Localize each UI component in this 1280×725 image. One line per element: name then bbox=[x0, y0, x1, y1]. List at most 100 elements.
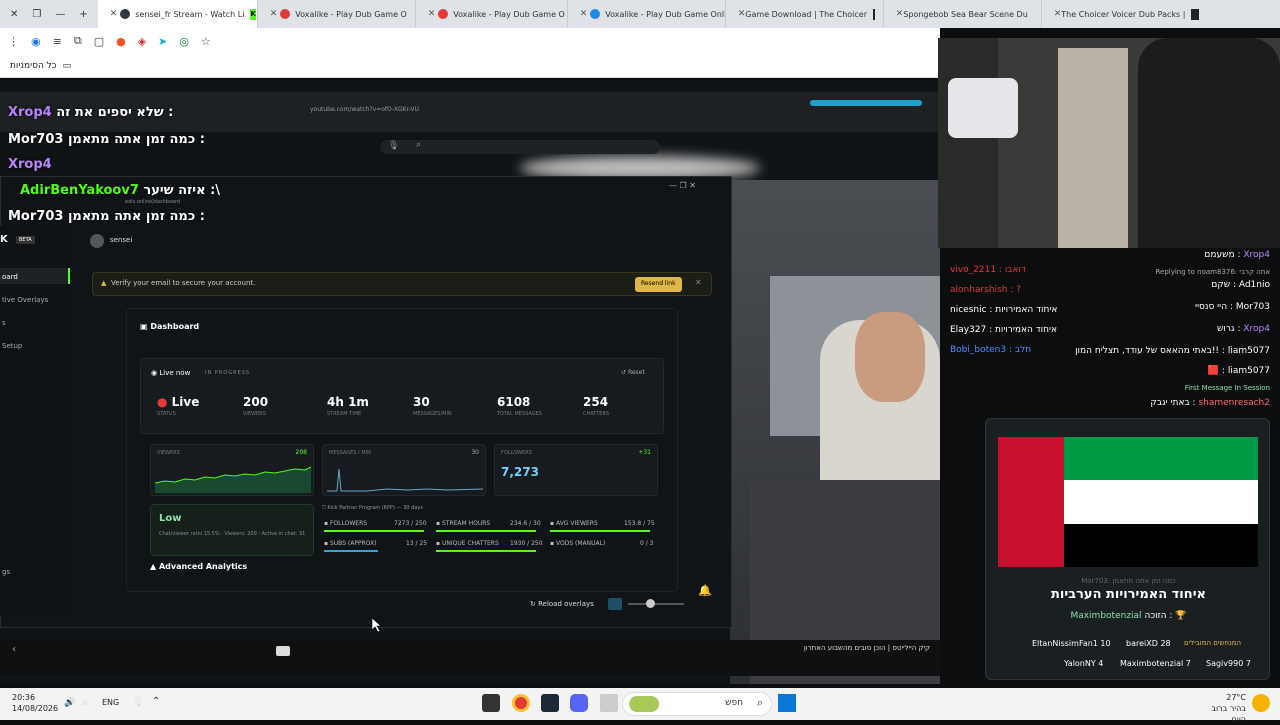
clock[interactable]: 20:36 14/08/2026 bbox=[12, 692, 58, 714]
start-button-icon[interactable] bbox=[778, 694, 796, 712]
kpp-subs-bar bbox=[324, 550, 378, 552]
user-name[interactable]: sensei bbox=[110, 236, 132, 244]
stat-label: STREAM TIME bbox=[327, 411, 362, 417]
kpp-title-text: Kick Partner Program (KPP) — 30 days bbox=[327, 505, 423, 511]
chat-username: Xrop4 bbox=[1243, 324, 1270, 334]
in-progress-badge: IN PROGRESS bbox=[205, 370, 251, 376]
leader-name: Maximbotenzial bbox=[1120, 659, 1184, 668]
right-chat-line: באתי יגבק : shamenresach2 bbox=[1150, 398, 1270, 408]
network-icon[interactable]: ⧈ bbox=[82, 698, 88, 708]
tab-spongebob[interactable]: ✕ Spongebob Sea Bear Scene Du bbox=[884, 0, 1042, 28]
volume-slider[interactable] bbox=[628, 603, 684, 605]
kpp-title: ⛉ Kick Partner Program (KPP) — 30 days bbox=[322, 505, 423, 511]
winner-line: Maximbotenzial הזוכה : 🏆 bbox=[986, 611, 1271, 621]
dashboard-window-controls[interactable]: — ❐ ✕ bbox=[669, 181, 696, 190]
reload-overlays-label: Reload overlays bbox=[538, 600, 594, 608]
close-tab-icon[interactable]: ✕ bbox=[110, 9, 118, 19]
discord-icon[interactable] bbox=[570, 694, 588, 712]
right-chat-line: 🟥 : liam5077 bbox=[1207, 366, 1270, 376]
kpp-vods: ▪ VODS (MANUAL) 0 / 3 bbox=[550, 540, 653, 547]
messages-chart-label: MESSAGES / MIN bbox=[329, 450, 371, 456]
right-chat-line: היי סנסיי : Mor703 bbox=[1195, 302, 1270, 312]
minimize-window-icon[interactable]: — bbox=[55, 9, 65, 20]
chevron-left-icon[interactable]: ‹ bbox=[12, 644, 16, 655]
close-banner-icon[interactable]: ✕ bbox=[695, 278, 702, 287]
chat-username: liam5077 bbox=[1227, 366, 1270, 376]
reload-overlays-button[interactable]: ↻ Reload overlays bbox=[530, 600, 594, 608]
steam-icon[interactable] bbox=[541, 694, 559, 712]
advanced-analytics-toggle[interactable]: ▲ Advanced Analytics bbox=[150, 562, 247, 571]
leader-item: Maximbotenzial 7 bbox=[1120, 659, 1191, 668]
taskbar-app-icon[interactable] bbox=[482, 694, 500, 712]
tab-game-download[interactable]: ✕ Game Download | The Choicer bbox=[726, 0, 884, 28]
guess-line: alonharshish : ? bbox=[950, 285, 1021, 295]
sidebar-item-setup[interactable]: Setup bbox=[2, 342, 22, 350]
close-tab-icon[interactable]: ✕ bbox=[428, 9, 436, 19]
leader-item: Sagiv990 7 bbox=[1206, 659, 1251, 668]
extension-teal-icon[interactable]: ➤ bbox=[158, 35, 167, 48]
bell-icon[interactable]: 🔔 bbox=[698, 584, 712, 597]
sidebar-item-overlays[interactable]: tive Overlays bbox=[2, 296, 48, 304]
close-tab-icon[interactable]: ✕ bbox=[738, 9, 746, 19]
menu-dots-icon[interactable]: ⋮ bbox=[8, 35, 19, 48]
person-head bbox=[855, 312, 925, 402]
close-tab-icon[interactable]: ✕ bbox=[270, 9, 278, 19]
close-window-icon[interactable]: ✕ bbox=[10, 9, 18, 20]
weather-desc: בהיר ברוב היום bbox=[1211, 704, 1246, 724]
kpp-unique-chatters: ▪ UNIQUE CHATTERS 1930 / 250 bbox=[436, 540, 543, 547]
tab-voxalike-1[interactable]: ✕ Voxalike - Play Dub Game O bbox=[258, 0, 416, 28]
user-avatar bbox=[90, 234, 104, 248]
mouse-cursor-icon bbox=[372, 618, 382, 632]
microphone-icon[interactable]: 🎙 bbox=[132, 697, 145, 708]
tab-sensei-stream[interactable]: ✕ sensei_fr Stream - Watch Li K bbox=[97, 0, 258, 28]
followers-panel: FOLLOWERS +31 7,273 bbox=[494, 444, 658, 496]
close-tab-icon[interactable]: ✕ bbox=[580, 9, 588, 19]
tab-label: Game Download | The Choicer bbox=[745, 9, 868, 19]
stat-label: CHATTERS bbox=[583, 411, 610, 417]
puzzle-icon[interactable]: ⧉ bbox=[74, 34, 82, 48]
language-indicator[interactable]: ENG bbox=[102, 698, 119, 707]
ticker-text: קיק היילייטס | הוכן סובים מהשבוע האחרון bbox=[803, 644, 930, 652]
bookmark-star-icon[interactable]: ☆ bbox=[201, 35, 211, 48]
close-tab-icon[interactable]: ✕ bbox=[896, 9, 904, 19]
sidebar-item-dashboard[interactable]: oard bbox=[2, 273, 18, 281]
extension-green-icon[interactable]: ◎ bbox=[179, 35, 189, 48]
taskbar-search-box[interactable]: חפש ⌕ bbox=[622, 692, 772, 716]
kpp-value: 0 / 3 bbox=[640, 540, 654, 547]
reset-button[interactable]: ↺ Reset bbox=[621, 369, 645, 376]
restore-window-icon[interactable]: ❐ bbox=[32, 9, 41, 20]
volume-icon[interactable] bbox=[608, 598, 622, 610]
extension-icon[interactable]: ◉ bbox=[31, 35, 41, 48]
beta-badge: BETA bbox=[16, 236, 35, 244]
volume-slider-thumb[interactable] bbox=[646, 599, 655, 608]
new-tab-button[interactable]: + bbox=[79, 9, 87, 20]
extension-red-icon[interactable]: ◈ bbox=[138, 35, 146, 48]
tab-search-icon[interactable]: ▢ bbox=[94, 35, 104, 48]
sidebar-item-settings[interactable]: gs bbox=[2, 568, 10, 576]
resend-link-button[interactable]: Resend link bbox=[635, 277, 682, 292]
media-control-icon[interactable]: ≡ bbox=[53, 35, 62, 48]
chat-username: Xrop4 bbox=[1243, 250, 1270, 260]
file-explorer-icon[interactable] bbox=[600, 694, 618, 712]
stat-value: 4h 1m bbox=[327, 395, 369, 409]
tab-voxalike-3[interactable]: ✕ Voxalike - Play Dub Game Onli bbox=[568, 0, 726, 28]
tab-label: The Choicer Voicer Dub Packs | bbox=[1061, 9, 1186, 19]
leader-score: 4 bbox=[1098, 659, 1104, 668]
extension-orange-icon[interactable]: ● bbox=[116, 35, 126, 48]
weather-widget[interactable]: 27°C בהיר ברוב היום bbox=[1196, 692, 1246, 725]
chrome-icon[interactable] bbox=[512, 694, 530, 712]
chat-username: Mor703 bbox=[8, 209, 64, 224]
tab-voxalike-2[interactable]: ✕ Voxalike - Play Dub Game O bbox=[416, 0, 568, 28]
messages-chart-panel: MESSAGES / MIN 30 bbox=[322, 444, 486, 496]
stat-label: VIEWERS bbox=[243, 411, 266, 417]
tab-choicer-voicer[interactable]: ✕ The Choicer Voicer Dub Packs | bbox=[1042, 0, 1207, 28]
leader-item: bareiXD 28 bbox=[1126, 639, 1171, 648]
chevron-up-icon[interactable]: ⌃ bbox=[152, 696, 160, 707]
all-bookmarks-link[interactable]: כל הסימניות bbox=[10, 61, 57, 71]
stat-label: STATUS bbox=[157, 411, 176, 417]
chat-message: גרוש bbox=[1216, 324, 1235, 334]
sidebar-item-s[interactable]: s bbox=[2, 319, 6, 327]
speaker-icon[interactable]: 🔊 bbox=[64, 698, 75, 708]
overlay-chat-line: Mor703 כמה זמן אתה מתאמן : bbox=[8, 209, 205, 224]
kpp-chatters-bar bbox=[436, 550, 536, 552]
